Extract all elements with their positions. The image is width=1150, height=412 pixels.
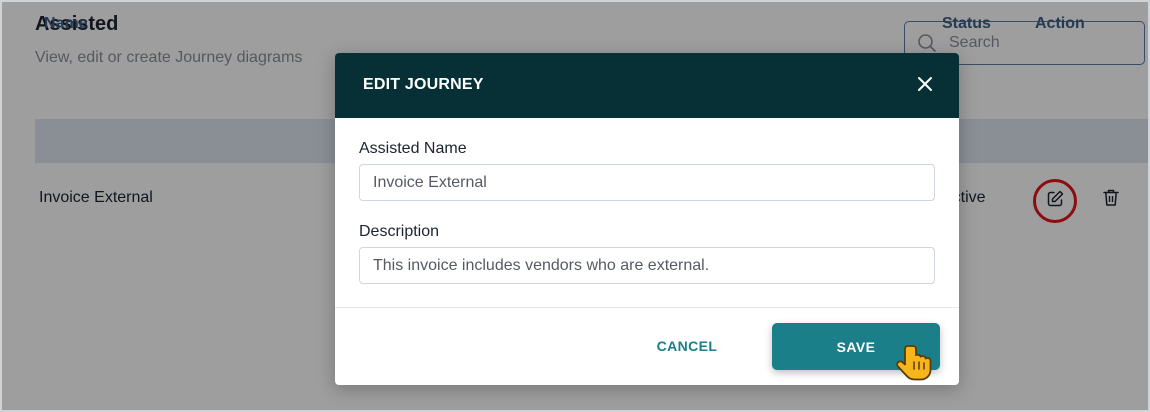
- description-input[interactable]: [359, 247, 935, 284]
- dialog-header: EDIT JOURNEY: [335, 53, 959, 118]
- dialog-divider: [335, 307, 959, 308]
- description-label: Description: [359, 223, 440, 240]
- assisted-name-label: Assisted Name: [359, 140, 467, 157]
- assisted-name-input[interactable]: [359, 164, 935, 201]
- close-icon: [917, 76, 933, 97]
- cancel-button[interactable]: CANCEL: [641, 335, 733, 357]
- close-button[interactable]: [915, 76, 935, 96]
- dialog-title: EDIT JOURNEY: [363, 76, 484, 93]
- hand-pointer-icon: [896, 342, 936, 384]
- edit-journey-dialog: EDIT JOURNEY Assisted Name Description C…: [335, 53, 959, 385]
- app-window: Assisted View, edit or create Journey di…: [0, 0, 1150, 412]
